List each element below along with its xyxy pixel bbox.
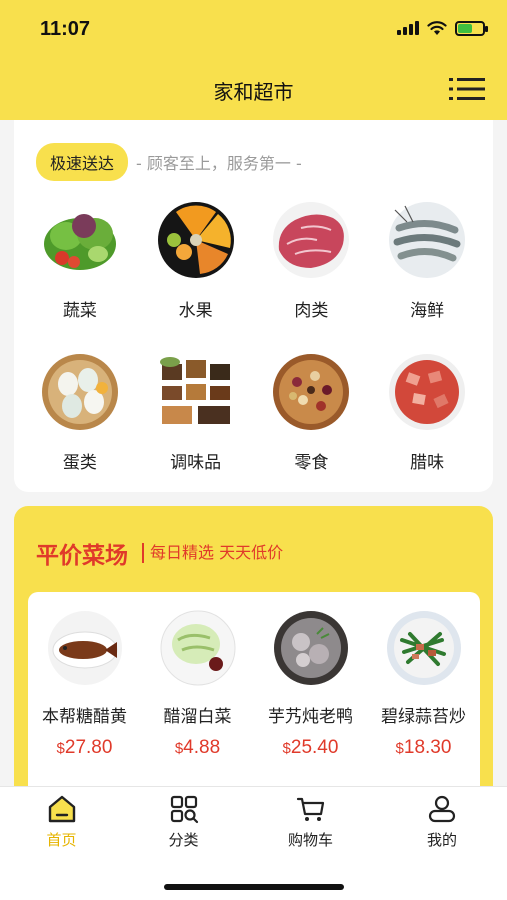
deal-name: 醋溜白菜 bbox=[163, 707, 232, 727]
deal-name: 芋艿炖老鸭 bbox=[268, 707, 353, 727]
profile-icon bbox=[428, 795, 456, 823]
status-icons bbox=[397, 20, 488, 36]
deal-name: 本帮糖醋黄 bbox=[42, 707, 127, 727]
category-grid: 蔬菜 水果 肉类 海鲜 蛋类 调味品 零食 腊味 bbox=[22, 200, 485, 494]
cart-icon bbox=[296, 797, 324, 821]
category-label: 海鲜 bbox=[410, 301, 445, 321]
deals-subtitle: 每日精选 天天低价 bbox=[142, 543, 283, 563]
home-indicator bbox=[164, 884, 344, 890]
deal-price: $4.88 bbox=[174, 737, 221, 758]
tabs: 首页 分类 购物车 我的 bbox=[0, 793, 507, 850]
top-header: 11:07 家和超市 bbox=[0, 0, 507, 120]
deal-price: $27.80 bbox=[56, 737, 113, 758]
wifi-icon bbox=[427, 21, 447, 35]
tab-cart[interactable]: 购物车 bbox=[244, 793, 377, 850]
category-label: 蔬菜 bbox=[62, 301, 97, 321]
category-vegetables[interactable]: 蔬菜 bbox=[22, 200, 138, 342]
signal-icon bbox=[397, 21, 419, 35]
deals-grid: 本帮糖醋黄 $27.80 醋溜白菜 $4.88 芋艿炖老鸭 $25.40 碧绿蒜… bbox=[28, 610, 480, 759]
category-label: 腊味 bbox=[410, 453, 445, 473]
deal-price: $25.40 bbox=[282, 737, 339, 758]
category-card: 极速送达 - 顾客至上，服务第一 - 蔬菜 水果 肉类 海鲜 蛋类 调味品 零食… bbox=[14, 120, 493, 492]
seasoning-image bbox=[159, 357, 230, 424]
deals-card: 本帮糖醋黄 $27.80 醋溜白菜 $4.88 芋艿炖老鸭 $25.40 碧绿蒜… bbox=[28, 592, 480, 802]
cabbage-dish-image bbox=[160, 610, 235, 686]
promo-row: 极速送达 - 顾客至上，服务第一 - bbox=[36, 143, 302, 181]
deal-item[interactable]: 本帮糖醋黄 $27.80 bbox=[28, 610, 141, 759]
category-label: 肉类 bbox=[294, 301, 329, 321]
taro-duck-image bbox=[273, 611, 348, 685]
tab-profile[interactable]: 我的 bbox=[377, 793, 507, 850]
category-label: 水果 bbox=[178, 301, 213, 321]
home-icon bbox=[48, 795, 75, 823]
deal-item[interactable]: 芋艿炖老鸭 $25.40 bbox=[254, 610, 367, 759]
fast-delivery-badge: 极速送达 bbox=[36, 143, 129, 181]
promo-slogan: - 顾客至上，服务第一 - bbox=[136, 154, 302, 173]
meat-image bbox=[273, 202, 350, 278]
category-cured-meat[interactable]: 腊味 bbox=[369, 352, 485, 494]
category-label: 零食 bbox=[294, 453, 329, 473]
deals-section: 平价菜场 每日精选 天天低价 本帮糖醋黄 $27.80 醋溜白菜 $4.88 芋… bbox=[14, 506, 493, 802]
category-label: 调味品 bbox=[170, 453, 222, 473]
tab-label: 分类 bbox=[168, 831, 199, 849]
category-label: 蛋类 bbox=[62, 453, 97, 473]
category-meat[interactable]: 肉类 bbox=[254, 200, 370, 342]
deals-header: 平价菜场 每日精选 天天低价 bbox=[36, 536, 283, 570]
cured-meat-image bbox=[389, 354, 466, 430]
category-icon bbox=[170, 795, 198, 824]
category-snacks[interactable]: 零食 bbox=[254, 352, 370, 494]
category-fruits[interactable]: 水果 bbox=[138, 200, 254, 342]
tab-label: 首页 bbox=[46, 831, 77, 849]
status-time: 11:07 bbox=[40, 18, 91, 40]
sweet-sour-fish-image bbox=[47, 611, 122, 685]
vegetables-image bbox=[43, 214, 116, 270]
page-title: 家和超市 bbox=[213, 80, 294, 104]
tab-bar: 首页 分类 购物车 我的 bbox=[0, 786, 507, 900]
deal-item[interactable]: 醋溜白菜 $4.88 bbox=[141, 610, 254, 759]
category-eggs[interactable]: 蛋类 bbox=[22, 352, 138, 494]
category-seasoning[interactable]: 调味品 bbox=[138, 352, 254, 494]
deal-price: $18.30 bbox=[395, 737, 452, 758]
eggs-image bbox=[41, 354, 118, 430]
deal-item[interactable]: 碧绿蒜苔炒 $18.30 bbox=[367, 610, 480, 759]
tab-label: 我的 bbox=[426, 831, 457, 849]
seafood-image bbox=[389, 202, 466, 278]
tab-category[interactable]: 分类 bbox=[123, 793, 244, 850]
tab-home[interactable]: 首页 bbox=[0, 793, 123, 850]
deal-name: 碧绿蒜苔炒 bbox=[381, 707, 466, 727]
garlic-sprout-stirfry-image bbox=[386, 611, 461, 685]
deals-title: 平价菜场 bbox=[36, 543, 128, 569]
category-seafood[interactable]: 海鲜 bbox=[369, 200, 485, 342]
menu-list-icon[interactable] bbox=[449, 76, 485, 102]
snacks-image bbox=[273, 354, 350, 430]
battery-icon bbox=[455, 20, 488, 36]
tab-label: 购物车 bbox=[287, 831, 333, 849]
fruits-image bbox=[157, 202, 234, 278]
